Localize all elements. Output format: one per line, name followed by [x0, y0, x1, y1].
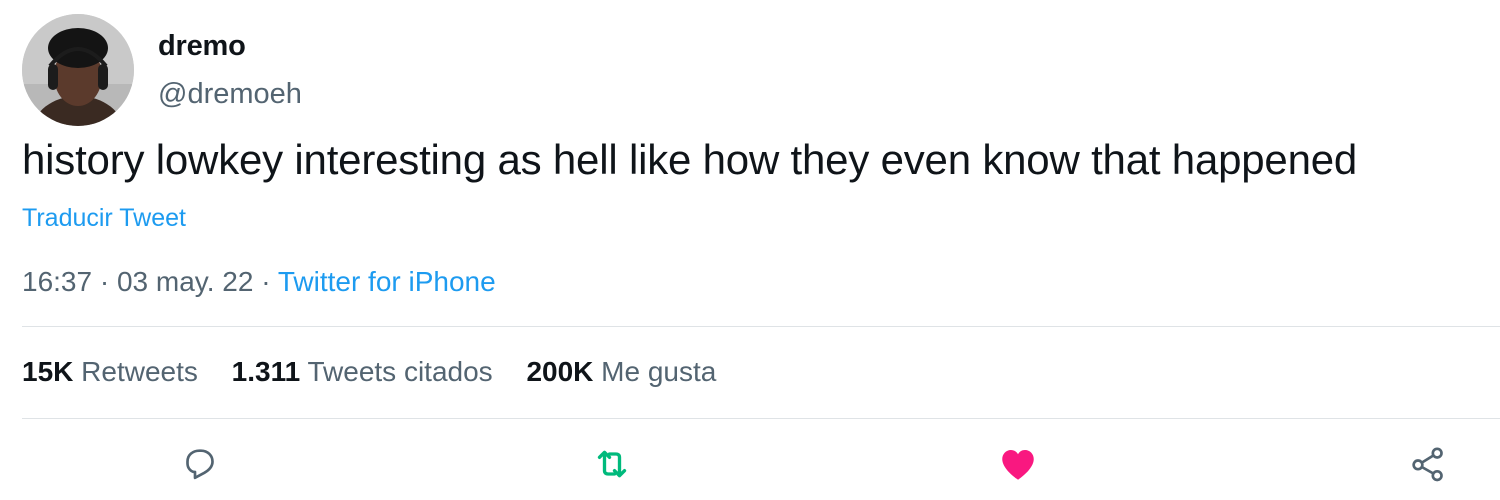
- tweet-date[interactable]: 03 may. 22: [117, 266, 253, 297]
- tweet-meta: 16:37 · 03 may. 22 · Twitter for iPhone: [22, 266, 496, 298]
- divider: [22, 418, 1500, 419]
- user-handle[interactable]: @dremoeh: [158, 78, 302, 111]
- retweet-button[interactable]: [586, 444, 638, 484]
- tweet-time[interactable]: 16:37: [22, 266, 92, 297]
- translate-tweet-link[interactable]: Traducir Tweet: [22, 204, 186, 233]
- tweet-stats: 15K Retweets 1.311 Tweets citados 200K M…: [22, 356, 742, 388]
- likes-stat[interactable]: 200K Me gusta: [526, 356, 716, 387]
- avatar[interactable]: [22, 14, 134, 126]
- like-button[interactable]: [992, 444, 1044, 484]
- retweets-stat[interactable]: 15K Retweets: [22, 356, 198, 387]
- quote-tweets-count: 1.311: [231, 356, 301, 387]
- retweet-icon: [597, 450, 627, 478]
- tweet-text: history lowkey interesting as hell like …: [22, 136, 1358, 183]
- reply-icon: [186, 449, 214, 480]
- share-button[interactable]: [1402, 444, 1454, 484]
- likes-label: Me gusta: [601, 356, 717, 387]
- likes-count: 200K: [526, 356, 594, 387]
- divider: [22, 326, 1500, 327]
- heart-icon: [1002, 450, 1034, 480]
- display-name[interactable]: dremo: [158, 30, 246, 63]
- reply-button[interactable]: [174, 444, 226, 484]
- share-icon: [1412, 447, 1443, 482]
- quote-tweets-label: Tweets citados: [307, 356, 493, 387]
- retweets-count: 15K: [22, 356, 74, 387]
- avatar-image: [22, 14, 134, 126]
- tweet-source-link[interactable]: Twitter for iPhone: [278, 266, 496, 297]
- retweets-label: Retweets: [81, 356, 198, 387]
- meta-separator: ·: [99, 266, 110, 297]
- quote-tweets-stat[interactable]: 1.311 Tweets citados: [232, 356, 493, 387]
- meta-separator: ·: [261, 266, 271, 297]
